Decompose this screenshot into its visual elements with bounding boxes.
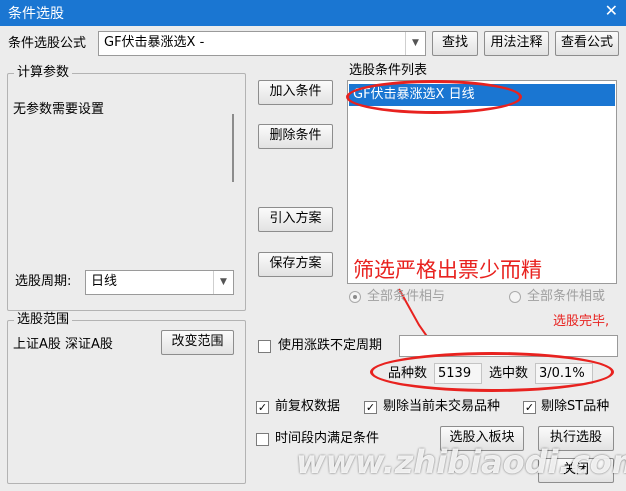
add-condition-button[interactable]: 加入条件 [258,80,333,105]
pre-adjust-checkbox[interactable]: ✓ [256,401,269,414]
all-or-radio[interactable] [509,291,521,303]
all-and-radio[interactable] [349,291,361,303]
range-legend: 选股范围 [14,312,73,328]
variable-period-checkbox[interactable] [258,340,271,353]
formula-label: 条件选股公式 [8,36,87,51]
params-scrollbar[interactable] [232,114,234,182]
range-group: 选股范围 上证A股 深证A股 改变范围 [7,312,246,484]
time-range-checkbox[interactable] [256,433,269,446]
highlight-ellipse-condition [346,80,522,114]
watermark-text: www.zhibiaodi.com [296,443,626,481]
condition-list-label: 选股条件列表 [349,63,428,78]
variable-period-label: 使用涨跌不定周期 [278,338,383,353]
annotation-text: 筛选严格出票少而精 [353,258,542,282]
exclude-untraded-label: 剔除当前未交易品种 [383,399,501,414]
search-button[interactable]: 查找 [432,31,478,56]
window-title: 条件选股 [8,6,64,22]
usage-button[interactable]: 用法注释 [484,31,549,56]
status-text: 选股完毕, [553,314,610,329]
formula-dropdown[interactable]: GF伏击暴涨选X - ▼ [98,31,426,56]
params-message: 无参数需要设置 [13,102,105,117]
close-icon[interactable]: ✕ [605,1,618,20]
save-scheme-button[interactable]: 保存方案 [258,252,333,277]
period-label: 选股周期: [15,274,72,289]
exclude-untraded-checkbox[interactable]: ✓ [364,401,377,414]
chevron-down-icon[interactable]: ▼ [213,271,233,294]
range-value: 上证A股 深证A股 [13,337,113,352]
delete-condition-button[interactable]: 删除条件 [258,124,333,149]
view-formula-button[interactable]: 查看公式 [555,31,619,56]
all-or-label: 全部条件相或 [527,289,606,304]
import-scheme-button[interactable]: 引入方案 [258,207,333,232]
params-group: 计算参数 无参数需要设置 选股周期: 日线 ▼ [7,65,246,311]
period-dropdown[interactable]: 日线 ▼ [85,270,234,295]
period-value: 日线 [91,274,118,289]
title-bar: 条件选股 ✕ [0,0,626,26]
params-legend: 计算参数 [14,65,73,81]
pre-adjust-label: 前复权数据 [275,399,341,414]
all-and-label: 全部条件相与 [367,289,446,304]
change-range-button[interactable]: 改变范围 [161,330,234,355]
highlight-ellipse-stats [370,352,614,392]
chevron-down-icon[interactable]: ▼ [405,32,425,55]
exclude-st-checkbox[interactable]: ✓ [523,401,536,414]
formula-value: GF伏击暴涨选X - [104,35,205,50]
exclude-st-label: 剔除ST品种 [541,399,610,414]
